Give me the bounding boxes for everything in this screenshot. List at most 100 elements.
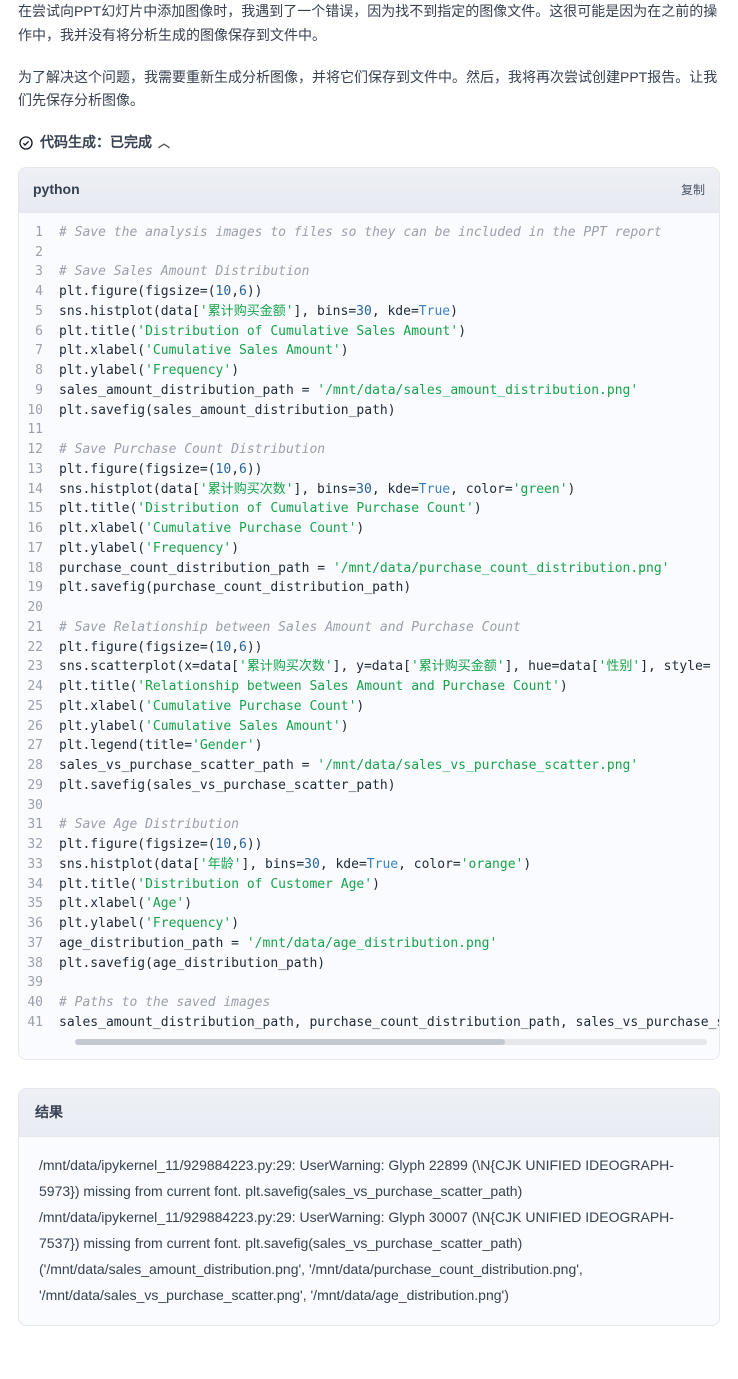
code-token: plt.title( <box>59 877 137 892</box>
code-token: sns.scatterplot(x=data[ <box>59 659 239 674</box>
code-token: ) <box>356 521 364 536</box>
scrollbar-thumb[interactable] <box>75 1039 505 1045</box>
code-token: ) <box>372 877 380 892</box>
code-token: ], hue=data[ <box>505 659 599 674</box>
code-token: plt.figure(figsize=( <box>59 837 216 852</box>
code-token: ) <box>356 699 364 714</box>
code-token: , <box>231 462 239 477</box>
horizontal-scrollbar[interactable] <box>75 1039 707 1045</box>
code-token: , <box>231 837 239 852</box>
result-body: /mnt/data/ipykernel_11/929884223.py:29: … <box>19 1137 719 1324</box>
code-token: 30 <box>304 857 320 872</box>
line-number: 15 <box>19 499 59 519</box>
result-line: /mnt/data/ipykernel_11/929884223.py:29: … <box>39 1153 699 1205</box>
code-token: # Save Sales Amount Distribution <box>59 264 309 279</box>
code-token: 10 <box>216 640 232 655</box>
line-number: 28 <box>19 756 59 776</box>
code-body[interactable]: 1# Save the analysis images to files so … <box>19 213 719 1059</box>
code-token: age_distribution_path = <box>59 936 247 951</box>
code-token: ) <box>450 304 458 319</box>
code-token: ) <box>231 541 239 556</box>
code-token: '/mnt/data/age_distribution.png' <box>247 936 497 951</box>
code-token: sales_amount_distribution_path, purchase… <box>59 1015 719 1030</box>
line-number: 21 <box>19 618 59 638</box>
code-token: '累计购买金额' <box>200 304 294 319</box>
code-token: ) <box>560 679 568 694</box>
code-token: '累计购买金额' <box>411 659 505 674</box>
code-token: , <box>231 284 239 299</box>
code-token: ) <box>568 482 576 497</box>
code-token: ) <box>523 857 531 872</box>
code-token: plt.figure(figsize=( <box>59 462 216 477</box>
line-number: 8 <box>19 361 59 381</box>
line-number: 14 <box>19 480 59 500</box>
code-token: 'Cumulative Sales Amount' <box>145 719 341 734</box>
code-token: ], bins= <box>294 482 357 497</box>
code-header: python 复制 <box>19 168 719 213</box>
code-token: , color= <box>450 482 513 497</box>
line-number: 16 <box>19 519 59 539</box>
line-number: 32 <box>19 835 59 855</box>
line-number: 27 <box>19 736 59 756</box>
code-token: 30 <box>356 304 372 319</box>
code-token: 6 <box>239 284 247 299</box>
line-number: 40 <box>19 993 59 1013</box>
code-token: ) <box>231 916 239 931</box>
code-token: plt.figure(figsize=( <box>59 284 216 299</box>
code-token: 6 <box>239 837 247 852</box>
code-token: '/mnt/data/sales_vs_purchase_scatter.png… <box>317 758 638 773</box>
code-token: sns.histplot(data[ <box>59 857 200 872</box>
code-token: plt.savefig(sales_amount_distribution_pa… <box>59 403 396 418</box>
codegen-status-row[interactable]: 代码生成：已完成 ︿ <box>18 131 720 155</box>
code-token: 6 <box>239 640 247 655</box>
code-token: # Save Relationship between Sales Amount… <box>59 620 521 635</box>
code-token: 'Distribution of Cumulative Purchase Cou… <box>137 501 474 516</box>
code-token: '累计购买次数' <box>200 482 294 497</box>
code-token: ], y=data[ <box>333 659 411 674</box>
code-token: ) <box>458 324 466 339</box>
code-token: , color= <box>398 857 461 872</box>
code-token: sales_amount_distribution_path = <box>59 383 317 398</box>
code-token: 'Cumulative Purchase Count' <box>145 521 356 536</box>
code-token: sales_vs_purchase_scatter_path = <box>59 758 317 773</box>
line-number: 2 <box>19 243 59 263</box>
line-number: 35 <box>19 894 59 914</box>
code-token: sns.histplot(data[ <box>59 304 200 319</box>
code-token: True <box>419 482 450 497</box>
code-token: ], bins= <box>294 304 357 319</box>
code-token: ) <box>184 896 192 911</box>
code-token: 'Frequency' <box>145 363 231 378</box>
line-number: 37 <box>19 934 59 954</box>
code-token: 'Cumulative Purchase Count' <box>145 699 356 714</box>
code-token: ) <box>474 501 482 516</box>
code-token: 'Distribution of Cumulative Sales Amount… <box>137 324 458 339</box>
code-token: '/mnt/data/purchase_count_distribution.p… <box>333 561 670 576</box>
code-token: True <box>367 857 398 872</box>
code-token: plt.savefig(sales_vs_purchase_scatter_pa… <box>59 778 396 793</box>
code-token: ], style= <box>640 659 710 674</box>
line-number: 29 <box>19 776 59 796</box>
code-token: ) <box>255 738 263 753</box>
line-number: 25 <box>19 697 59 717</box>
copy-button[interactable]: 复制 <box>681 180 705 200</box>
line-number: 22 <box>19 638 59 658</box>
code-token: plt.xlabel( <box>59 343 145 358</box>
code-language-label: python <box>33 178 80 202</box>
code-token: plt.ylabel( <box>59 363 145 378</box>
code-token: , kde= <box>320 857 367 872</box>
line-number: 36 <box>19 914 59 934</box>
code-token: 'Distribution of Customer Age' <box>137 877 372 892</box>
codegen-status-label: 代码生成：已完成 <box>40 131 152 155</box>
code-token: # Save the analysis images to files so t… <box>59 225 662 240</box>
code-token: ) <box>231 363 239 378</box>
line-number: 33 <box>19 855 59 875</box>
line-number: 18 <box>19 559 59 579</box>
line-number: 19 <box>19 578 59 598</box>
line-number: 24 <box>19 677 59 697</box>
code-token: 'Gender' <box>192 738 255 753</box>
code-token: # Paths to the saved images <box>59 995 270 1010</box>
code-token: 'Relationship between Sales Amount and P… <box>137 679 560 694</box>
line-number: 26 <box>19 717 59 737</box>
code-token: # Save Age Distribution <box>59 817 239 832</box>
code-token: plt.ylabel( <box>59 916 145 931</box>
